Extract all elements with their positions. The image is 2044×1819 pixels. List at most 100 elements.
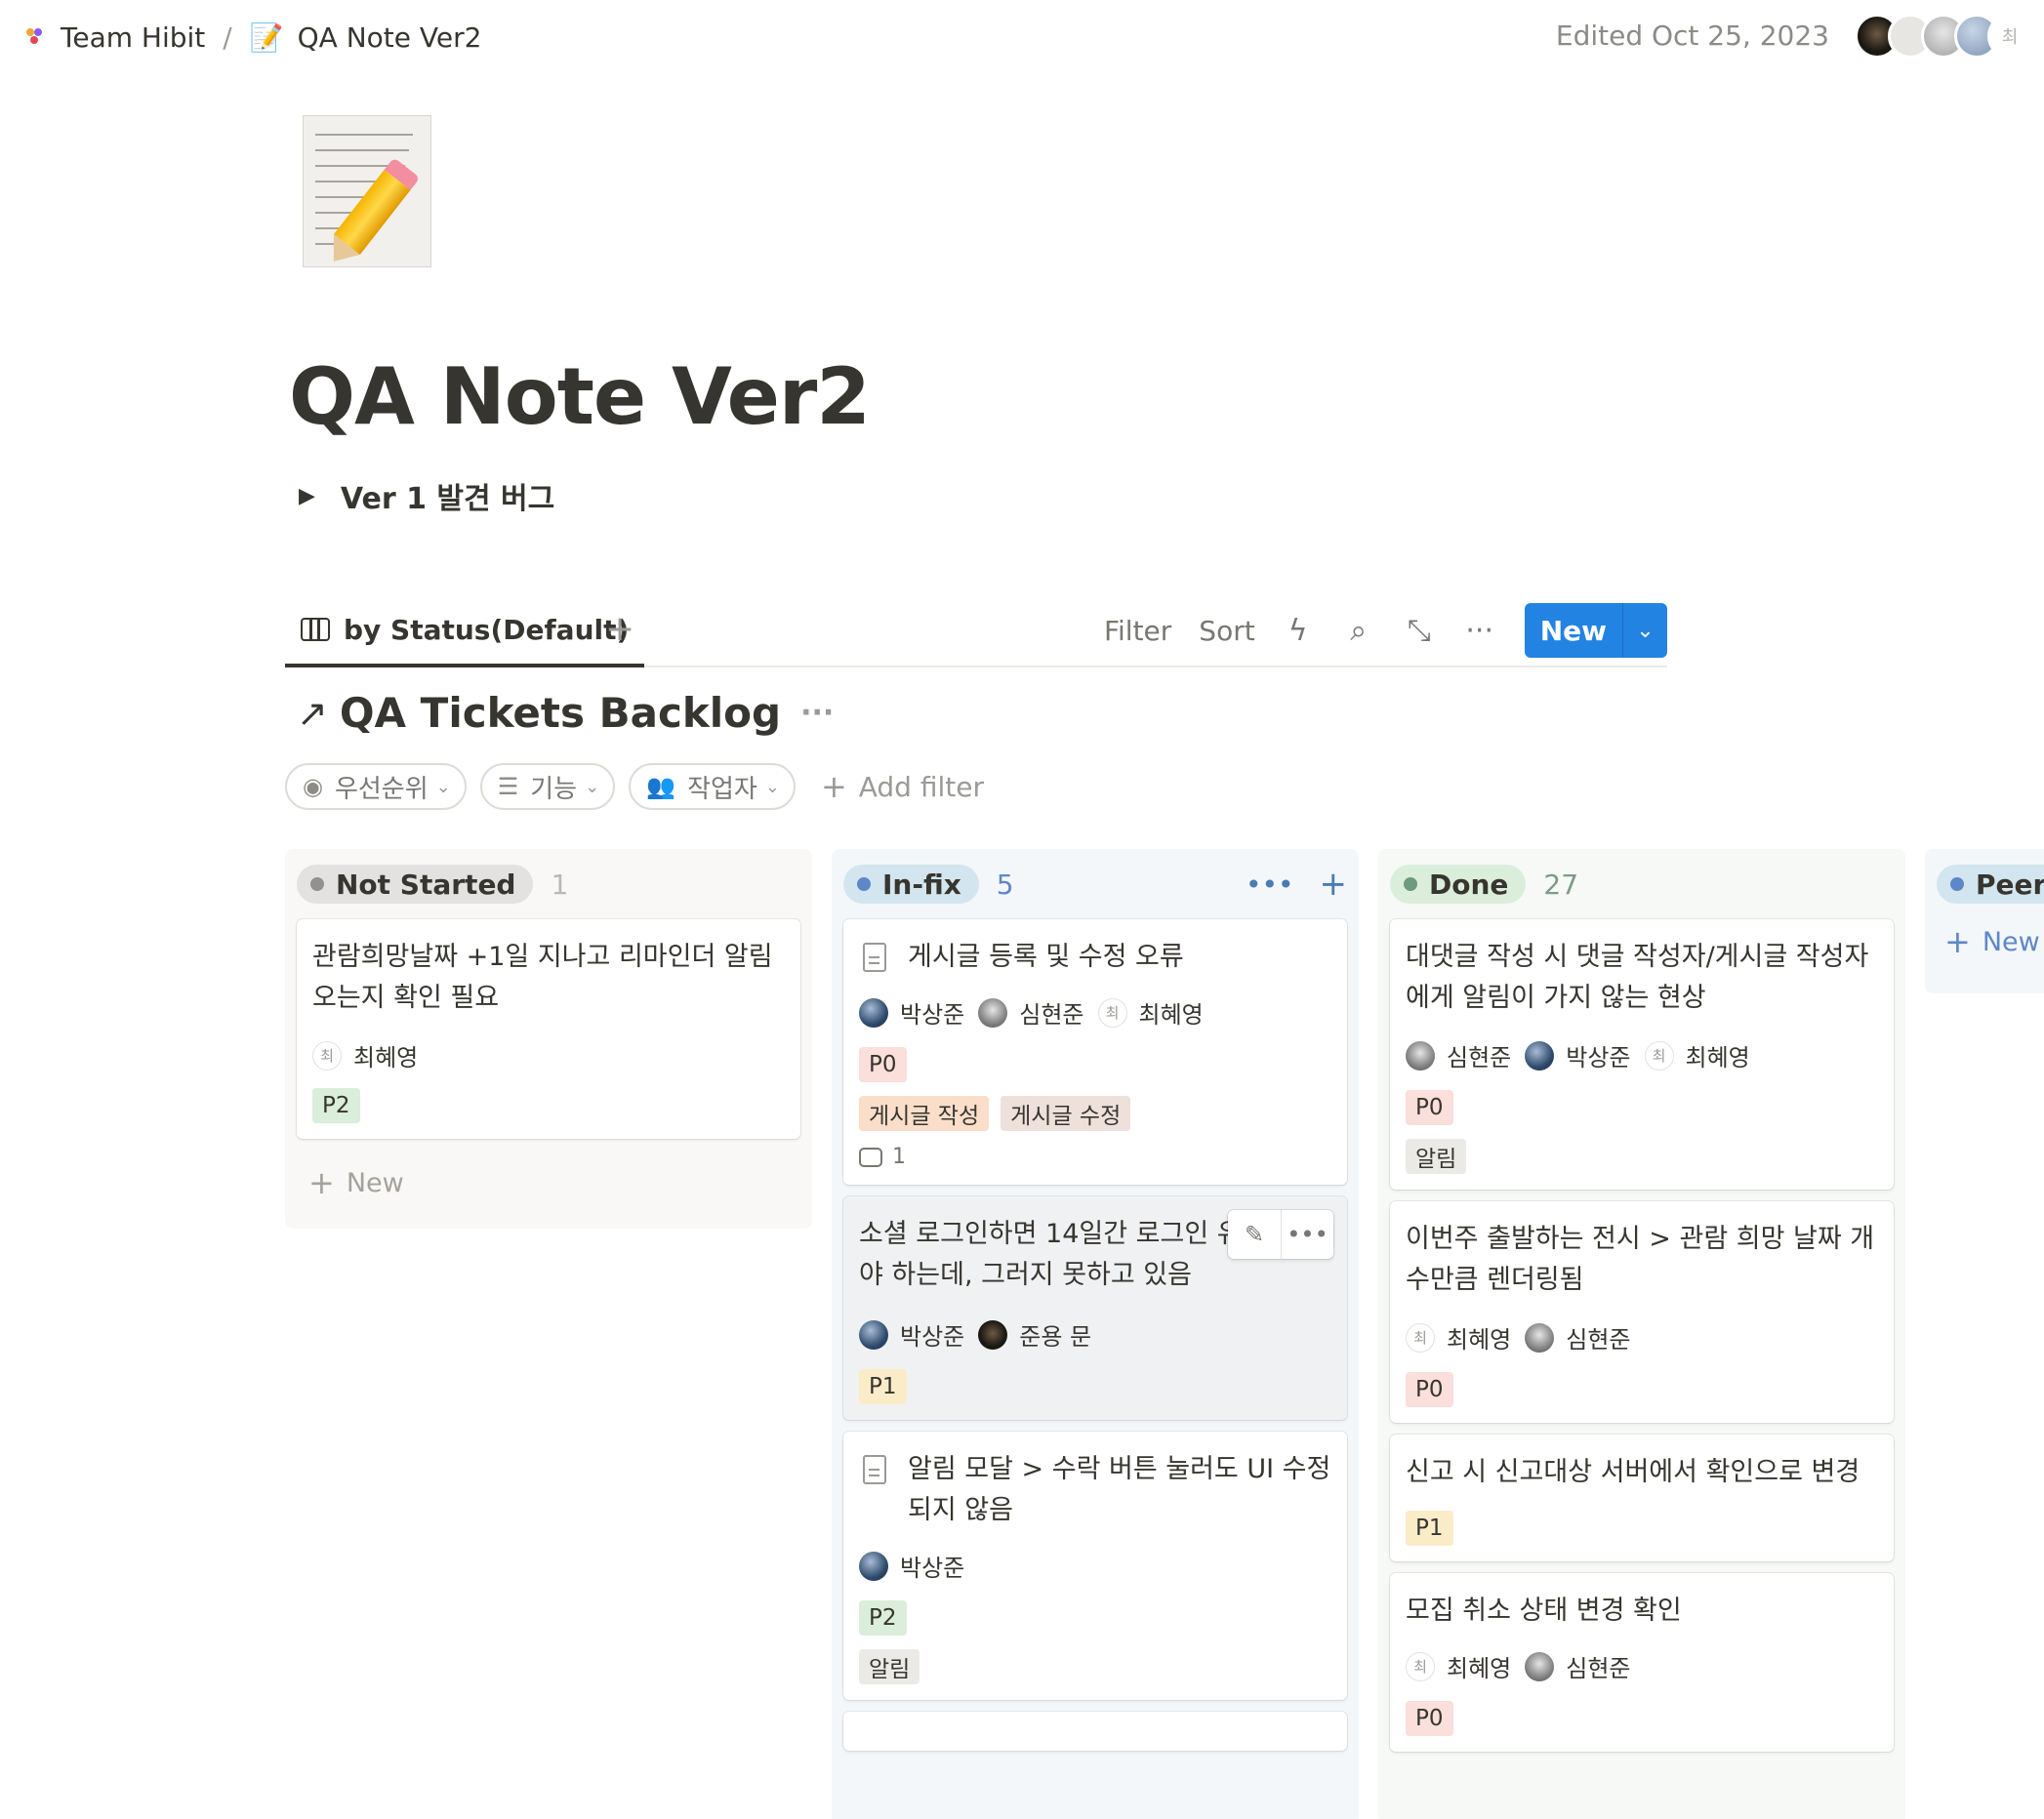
workspace-logo[interactable] xyxy=(21,24,47,50)
person-name: 박상준 xyxy=(1566,1044,1631,1071)
person-name: 최혜영 xyxy=(1138,1001,1204,1029)
avatar xyxy=(978,997,1008,1028)
new-card-button[interactable]: + New xyxy=(1937,919,2040,964)
card[interactable]: 게시글 등록 및 수정 오류 박상준 심현준 최 최혜영 P0 게시글 작성 게시… xyxy=(843,919,1347,1185)
status-label: Not Started xyxy=(336,868,516,901)
edited-timestamp[interactable]: Edited Oct 25, 2023 xyxy=(1556,20,1829,52)
board-icon xyxy=(301,618,330,641)
status-pill[interactable]: Done xyxy=(1390,865,1527,904)
list-icon: ☰ xyxy=(497,773,519,800)
status-pill[interactable]: Not Started xyxy=(297,865,534,904)
comment-icon xyxy=(859,1147,882,1167)
more-icon[interactable]: ··· xyxy=(1464,614,1495,648)
document-icon xyxy=(863,943,886,972)
avatar xyxy=(859,997,888,1028)
feature-tag: 알림 xyxy=(1406,1139,1467,1174)
toggle-label[interactable]: Ver 1 발견 버그 xyxy=(341,474,554,517)
filter-chip-feature[interactable]: ☰ 기능 ⌄ xyxy=(479,763,616,810)
person-name: 박상준 xyxy=(900,1323,965,1351)
search-icon[interactable]: ⌕ xyxy=(1343,614,1374,648)
card-title: 관람희망날짜 +1일 지나고 리마인더 알림 오는지 확인 필요 xyxy=(312,942,773,1013)
comment-count-value: 1 xyxy=(892,1145,906,1169)
view-bar: by Status(Default) + Filter Sort ϟ ⌕ ⤡ ·… xyxy=(285,595,1667,667)
person-name: 박상준 xyxy=(900,1555,965,1582)
tab-by-status[interactable]: by Status(Default) xyxy=(285,595,645,667)
priority-tag: P2 xyxy=(312,1088,360,1123)
breadcrumb-workspace[interactable]: Team Hibit xyxy=(61,21,205,54)
new-card-label: New xyxy=(1982,926,2040,957)
card[interactable]: 관람희망날짜 +1일 지나고 리마인더 알림 오는지 확인 필요 최 최혜영 P2 xyxy=(297,919,800,1139)
filter-chip-assignee[interactable]: 👥 작업자 ⌄ xyxy=(629,763,796,810)
status-pill[interactable]: Peer- xyxy=(1937,865,2044,904)
card[interactable]: 알림 모달 > 수락 버튼 눌러도 UI 수정 되지 않음 박상준 P2 알림 xyxy=(843,1432,1347,1700)
expand-icon[interactable]: ⤡ xyxy=(1404,614,1435,648)
tab-label: by Status(Default) xyxy=(344,613,630,646)
person-name: 심현준 xyxy=(1566,1655,1631,1682)
card[interactable]: 모집 취소 상태 변경 확인 최 최혜영 심현준 P0 xyxy=(1390,1573,1894,1752)
toggle-block[interactable]: ▶ Ver 1 발견 버그 xyxy=(299,474,554,517)
card[interactable]: 대댓글 작성 시 댓글 작성자/게시글 작성자에게 알림이 가지 않는 현상 심… xyxy=(1390,919,1894,1190)
more-icon[interactable]: ••• xyxy=(1246,869,1294,901)
priority-tag: P1 xyxy=(1406,1511,1453,1546)
status-dot xyxy=(857,877,871,891)
more-icon[interactable]: ••• xyxy=(1281,1210,1333,1259)
card[interactable]: 소셜 로그인하면 14일간 로그인 유지되어야 하는데, 그러지 못하고 있음 … xyxy=(843,1196,1347,1420)
page-icon-memo[interactable] xyxy=(303,115,431,272)
avatar: 최 xyxy=(312,1040,342,1071)
comment-count: 1 xyxy=(859,1145,1331,1169)
sort-button[interactable]: Sort xyxy=(1199,615,1254,647)
breadcrumb-separator: / xyxy=(223,20,232,54)
card[interactable]: 이번주 출발하는 전시 > 관람 희망 날짜 개수만큼 렌더링됨 최 최혜영 심현… xyxy=(1390,1201,1894,1423)
filter-chip-priority[interactable]: ◉ 우선순위 ⌄ xyxy=(285,763,467,810)
status-label: Peer- xyxy=(1976,868,2044,901)
avatar[interactable]: 최 xyxy=(1987,14,2032,59)
status-dot xyxy=(1950,877,1964,891)
avatar: 최 xyxy=(1406,1651,1435,1681)
people-icon: 👥 xyxy=(646,773,676,800)
status-dot xyxy=(1404,877,1417,891)
person-name: 준용 문 xyxy=(1019,1323,1092,1351)
priority-circle-icon: ◉ xyxy=(303,773,323,800)
person-name: 최혜영 xyxy=(353,1044,419,1071)
new-button[interactable]: New xyxy=(1525,603,1622,658)
card[interactable]: 신고 시 신고대상 서버에서 확인으로 변경 P1 xyxy=(1390,1435,1894,1561)
person-name: 심현준 xyxy=(1566,1326,1631,1354)
card[interactable] xyxy=(843,1712,1347,1751)
database-title[interactable]: ↗ QA Tickets Backlog ··· xyxy=(297,689,834,737)
card-title: 알림 모달 > 수락 버튼 눌러도 UI 수정 되지 않음 xyxy=(908,1454,1331,1525)
memo-icon: 📝 xyxy=(249,20,284,54)
card-title: 이번주 출발하는 전시 > 관람 희망 날짜 개수만큼 렌더링됨 xyxy=(1406,1224,1875,1295)
breadcrumb-page[interactable]: QA Note Ver2 xyxy=(298,21,482,54)
column-count: 5 xyxy=(996,868,1014,901)
plus-icon[interactable]: + xyxy=(1320,865,1348,904)
filter-button[interactable]: Filter xyxy=(1104,615,1171,647)
status-pill[interactable]: In-fix xyxy=(843,865,979,904)
pencil-icon xyxy=(320,157,421,272)
board-column-done: Done 27 대댓글 작성 시 댓글 작성자/게시글 작성자에게 알림이 가지… xyxy=(1378,849,1905,1819)
board-column-in-fix: In-fix 5 ••• + 게시글 등록 및 수정 오류 박상준 심현준 최최… xyxy=(832,849,1359,1819)
page-title[interactable]: QA Note Ver2 xyxy=(289,351,871,442)
new-card-button[interactable]: + New xyxy=(297,1151,800,1215)
card-title: 게시글 등록 및 수정 오류 xyxy=(908,942,1184,972)
avatar xyxy=(859,1551,888,1581)
more-icon[interactable]: ··· xyxy=(800,696,834,730)
avatar xyxy=(1525,1651,1555,1681)
feature-tag: 알림 xyxy=(859,1649,920,1684)
edit-icon[interactable]: ✎ xyxy=(1228,1210,1281,1259)
add-view-icon[interactable]: + xyxy=(605,609,634,649)
collaborator-avatars[interactable]: 최 xyxy=(1855,14,2032,59)
filter-chip-label: 작업자 xyxy=(687,774,757,804)
chevron-down-icon[interactable]: ⌄ xyxy=(1622,603,1667,658)
toggle-triangle-icon[interactable]: ▶ xyxy=(299,484,315,508)
lightning-icon[interactable]: ϟ xyxy=(1283,614,1314,648)
card-hover-toolbar: ✎ ••• xyxy=(1228,1210,1333,1259)
column-count: 1 xyxy=(551,868,569,901)
person-name: 최혜영 xyxy=(1685,1044,1750,1071)
plus-icon: + xyxy=(820,768,847,805)
add-filter-button[interactable]: + Add filter xyxy=(821,768,984,805)
person-name: 최혜영 xyxy=(1447,1326,1512,1354)
status-label: Done xyxy=(1429,868,1509,901)
avatar xyxy=(1525,1322,1555,1353)
plus-icon: + xyxy=(308,1164,335,1201)
avatar: 최 xyxy=(1644,1040,1674,1071)
